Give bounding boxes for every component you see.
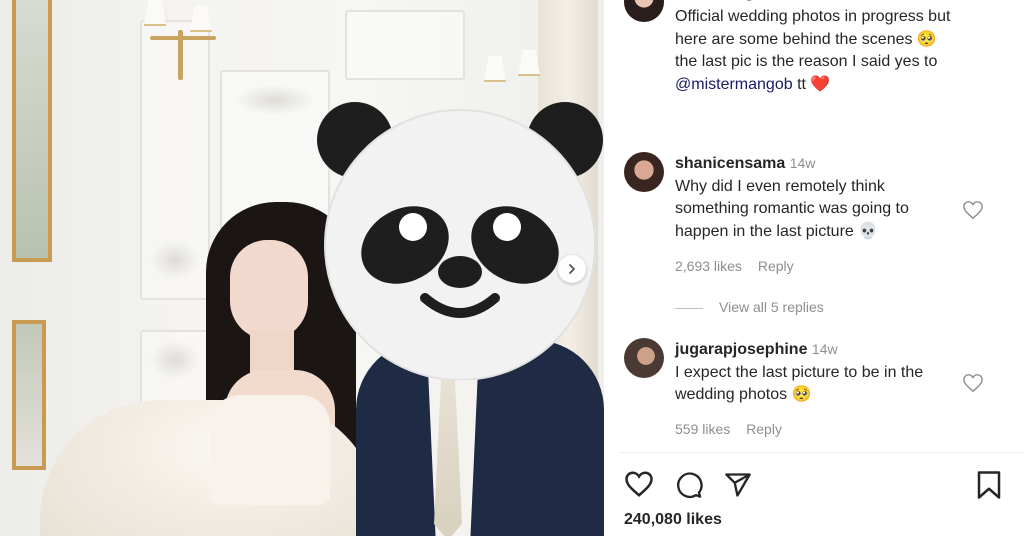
comment-meta-row: 2,693 likes Reply [675,255,794,278]
comment-username[interactable]: jugarapjosephine [675,341,807,358]
caption-line: here are some behind the scenes 🥺 [675,30,937,48]
panda-face-icon [317,102,603,380]
actions-divider [618,452,1024,453]
comment-likes[interactable]: 559 likes [675,421,730,437]
caption: Official wedding photos in progress but … [675,6,950,96]
chevron-right-icon [569,264,575,274]
replies-line [675,307,703,309]
caption-suffix: tt ❤️ [792,75,831,93]
wall-molding [150,240,200,280]
post-photo[interactable] [0,0,604,536]
comment-icon [677,472,703,499]
caption-line: @mistermangob tt ❤️ [675,74,950,97]
avatar[interactable] [624,152,664,192]
carousel-next-button[interactable] [558,255,586,283]
window-decor [12,0,52,262]
comment-line: happen in the last picture 💀 [675,222,879,240]
comment-username[interactable]: shanicensama [675,155,785,172]
reply-button[interactable]: Reply [746,421,782,437]
heart-icon[interactable] [962,373,984,393]
bookmark-icon [977,471,1001,499]
reply-button[interactable]: Reply [758,258,794,274]
comment-line: wedding photos 🥺 [675,386,812,403]
caption-line: the last pic is the reason I said yes to [675,53,938,70]
send-icon [725,473,751,497]
save-button[interactable] [976,470,1002,500]
comment-time: 14w [789,155,816,171]
comment-button[interactable] [675,471,703,499]
comment-line: I expect the last picture to be in the [675,363,924,381]
avatar[interactable] [624,338,664,378]
caption-mention-link[interactable]: @mistermangob [675,76,793,93]
heart-icon[interactable] [962,200,984,220]
window-decor [12,320,46,470]
caption-author[interactable]: missmangob [675,0,774,1]
view-replies-button[interactable]: View all 5 replies [719,299,824,315]
share-button[interactable] [724,471,752,499]
likes-count[interactable]: 240,080 likes [624,511,722,529]
caption-author-cutoff: missmangob [675,0,774,5]
wall-panel [345,10,465,80]
person-face [230,240,308,340]
comment-line: something romantic was going to [675,200,909,217]
comment: jugarapjosephine 14w I expect the last p… [675,338,923,407]
view-replies-row[interactable]: View all 5 replies [675,296,824,319]
caption-line: Official wedding photos in progress but [675,8,951,25]
wall-molding [235,85,315,115]
heart-icon [625,471,653,497]
comment: shanicensama 14w Why did I even remotely… [675,152,909,243]
like-button[interactable] [624,470,654,498]
wedding-dress-bodice [210,395,330,505]
wall-molding [150,340,200,380]
comment-meta-row: 559 likes Reply [675,418,782,441]
comment-likes[interactable]: 2,693 likes [675,258,742,274]
comment-time: 14w [811,341,838,357]
comment-line: Why did I even remotely think [675,177,885,195]
